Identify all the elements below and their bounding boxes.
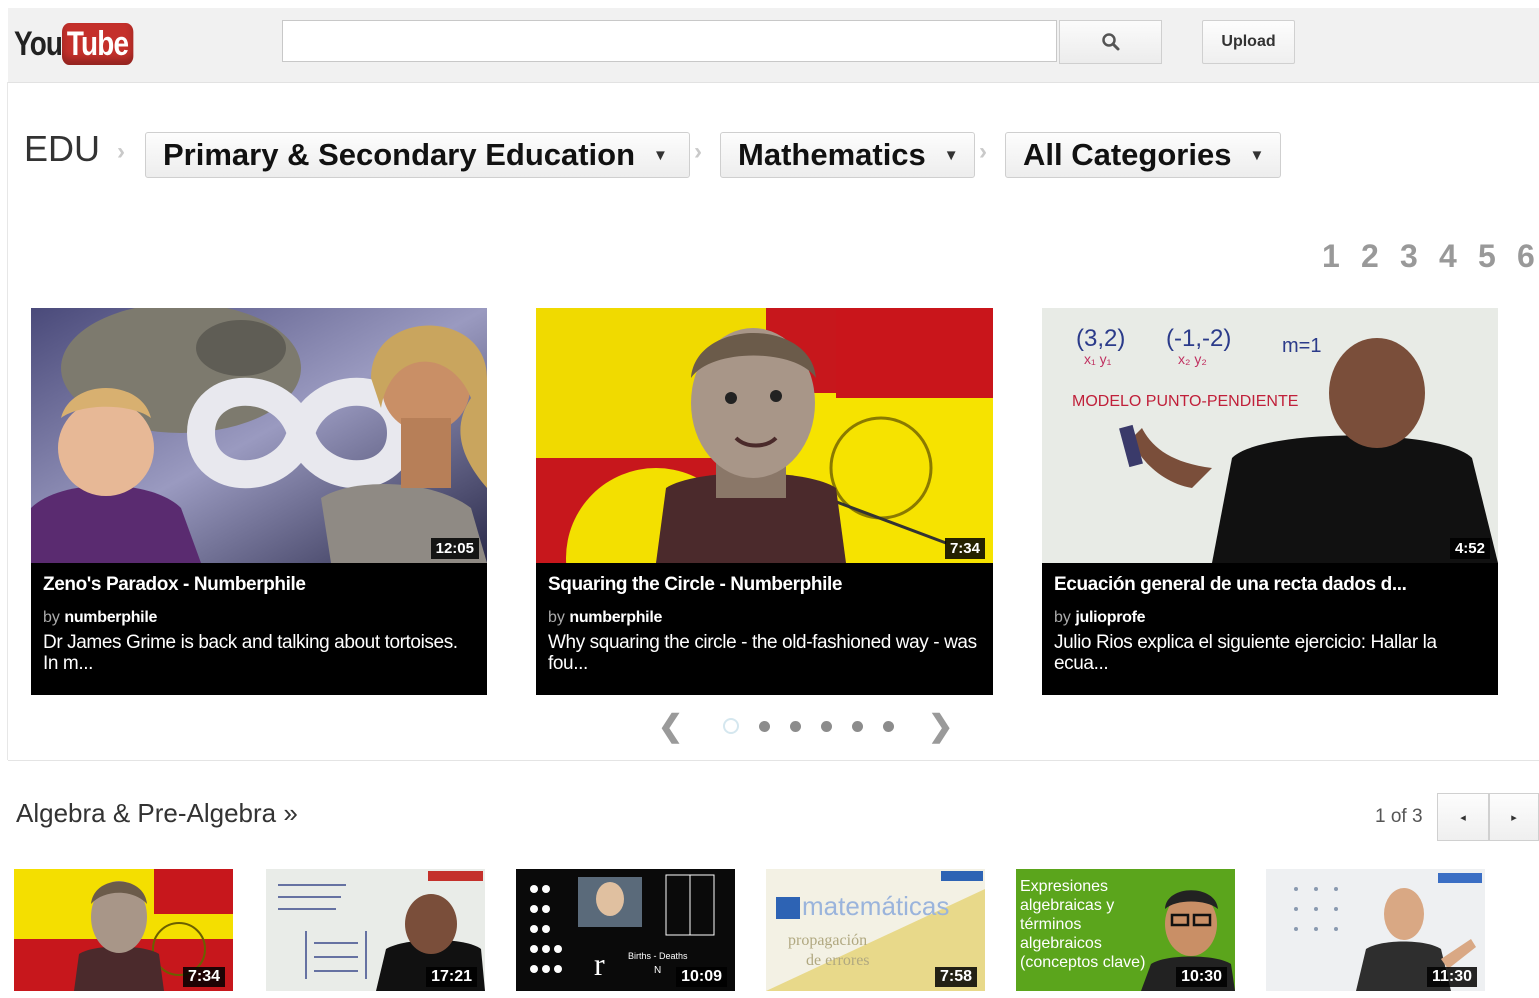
thumbnail-text: Expresiones algebraicas y términos algeb…: [1020, 878, 1146, 971]
whiteboard-text: (3,2): [1076, 325, 1125, 352]
page-number-5[interactable]: 5: [1478, 238, 1517, 275]
video-thumbnail[interactable]: 7:34: [536, 308, 993, 563]
featured-video-card[interactable]: 12:05 Zeno's Paradox - Numberphile by nu…: [31, 308, 487, 695]
page-number-2[interactable]: 2: [1361, 238, 1400, 275]
thumbnail-text: r: [594, 946, 605, 982]
search-icon: [1101, 33, 1119, 51]
thumbnail-image: [31, 308, 487, 563]
video-duration: 7:34: [944, 538, 985, 559]
video-thumbnail[interactable]: 11:30: [1266, 869, 1485, 991]
carousel-controls: ❮ ❯: [658, 709, 953, 744]
dropdown-label: All Categories: [1023, 137, 1232, 172]
by-label: by: [548, 609, 565, 626]
search-button[interactable]: [1059, 20, 1162, 64]
page-number-3[interactable]: 3: [1400, 238, 1439, 275]
thumbnail-image: (3,2) x₁ y₁ (-1,-2) x₂ y₂ m=1 MODELO PUN…: [1042, 308, 1498, 563]
thumbnail-text: de errores: [806, 952, 870, 969]
caret-left-icon: ◂: [1460, 811, 1466, 824]
video-thumbnail[interactable]: matemáticas propagación de errores 7:58: [766, 869, 985, 991]
whiteboard-text: x₂ y₂: [1178, 351, 1207, 367]
video-thumbnail[interactable]: (3,2) x₁ y₁ (-1,-2) x₂ y₂ m=1 MODELO PUN…: [1042, 308, 1498, 563]
thumbnail-text: propagación: [788, 932, 867, 949]
thumbnail-text: matemáticas: [802, 891, 949, 921]
carousel-dot[interactable]: [883, 720, 895, 732]
whiteboard-text: MODELO PUNTO-PENDIENTE: [1072, 393, 1298, 410]
video-title[interactable]: Ecuación general de una recta dados d...: [1054, 574, 1407, 596]
featured-video-card[interactable]: (3,2) x₁ y₁ (-1,-2) x₂ y₂ m=1 MODELO PUN…: [1042, 308, 1498, 695]
masthead: You Tube Upload: [8, 8, 1539, 83]
video-thumbnail[interactable]: 12:05: [31, 308, 487, 563]
video-duration: 7:58: [934, 967, 977, 987]
whiteboard-text: m=1: [1282, 335, 1321, 357]
dropdown-subject[interactable]: Mathematics ▼: [720, 132, 975, 178]
dropdown-label: Mathematics: [738, 137, 926, 172]
dropdown-label: Primary & Secondary Education: [163, 137, 636, 172]
thumbnail-text: Births - Deaths: [628, 951, 688, 961]
page-number-1[interactable]: 1: [1322, 238, 1361, 275]
logo-you-text: You: [14, 24, 63, 63]
section-prev-button[interactable]: ◂: [1437, 793, 1489, 841]
video-duration: 12:05: [430, 538, 479, 559]
breadcrumb-root-edu[interactable]: EDU: [24, 128, 100, 170]
video-duration: 7:34: [182, 967, 225, 987]
video-byline: by julioprofe: [1054, 609, 1146, 627]
section-pager-text: 1 of 3: [1375, 806, 1423, 827]
video-duration: 17:21: [426, 967, 477, 987]
channel-link[interactable]: numberphile: [64, 609, 157, 626]
whiteboard-text: (-1,-2): [1166, 325, 1231, 352]
section-next-button[interactable]: ▸: [1489, 793, 1539, 841]
chevron-down-icon: ▼: [1249, 146, 1265, 164]
carousel-next-arrow-icon[interactable]: ❯: [928, 709, 953, 744]
video-duration: 11:30: [1426, 967, 1477, 987]
page-number-6[interactable]: 6: [1517, 238, 1539, 275]
by-label: by: [1054, 609, 1071, 626]
whiteboard-text: x₁ y₁: [1084, 351, 1112, 367]
logo-tube-text: Tube: [62, 23, 134, 65]
carousel-prev-arrow-icon[interactable]: ❮: [658, 709, 683, 744]
video-description: Why squaring the circle - the old-fashio…: [548, 632, 977, 674]
video-duration: 10:30: [1176, 967, 1227, 987]
breadcrumb-separator: ›: [979, 138, 987, 165]
chevron-down-icon: ▼: [943, 146, 959, 164]
chevron-down-icon: ▼: [653, 146, 668, 164]
thumbnail-image: [536, 308, 993, 563]
video-byline: by numberphile: [548, 609, 662, 627]
featured-video-card[interactable]: 7:34 Squaring the Circle - Numberphile b…: [536, 308, 993, 695]
video-thumbnail[interactable]: 17:21: [266, 869, 485, 991]
carousel-dot[interactable]: [852, 720, 864, 732]
dropdown-education-level[interactable]: Primary & Secondary Education ▼: [145, 132, 690, 178]
video-duration: 10:09: [676, 967, 727, 987]
video-description: Julio Rios explica el siguiente ejercici…: [1054, 632, 1437, 674]
by-label: by: [43, 609, 60, 626]
upload-button[interactable]: Upload: [1202, 20, 1295, 64]
youtube-logo[interactable]: You Tube: [14, 20, 149, 68]
video-thumbnail[interactable]: r Births - Deaths N 10:09: [516, 869, 735, 991]
channel-link[interactable]: numberphile: [569, 609, 662, 626]
video-duration: 4:52: [1449, 538, 1490, 559]
carousel-dot[interactable]: [759, 720, 771, 732]
video-title[interactable]: Squaring the Circle - Numberphile: [548, 574, 842, 596]
carousel-dot[interactable]: [821, 720, 833, 732]
content-border: [7, 82, 8, 760]
video-byline: by numberphile: [43, 609, 157, 627]
channel-link[interactable]: julioprofe: [1075, 609, 1145, 626]
thumbnail-text: N: [654, 965, 661, 976]
page-numbers: 1 2 3 4 5 6: [1322, 238, 1539, 275]
video-thumbnail[interactable]: 7:34: [14, 869, 233, 991]
caret-right-icon: ▸: [1511, 811, 1517, 824]
video-thumbnail[interactable]: Expresiones algebraicas y términos algeb…: [1016, 869, 1235, 991]
search-input[interactable]: [282, 20, 1057, 62]
dropdown-category[interactable]: All Categories ▼: [1005, 132, 1281, 178]
section-divider: [8, 760, 1539, 761]
page-number-4[interactable]: 4: [1439, 238, 1478, 275]
carousel-dot-active[interactable]: [723, 718, 740, 734]
breadcrumb-separator: ›: [117, 138, 125, 165]
carousel-dot[interactable]: [790, 720, 802, 732]
video-description: Dr James Grime is back and talking about…: [43, 632, 458, 674]
section-title-algebra[interactable]: Algebra & Pre-Algebra »: [16, 798, 298, 829]
breadcrumb-separator: ›: [694, 138, 702, 165]
video-title[interactable]: Zeno's Paradox - Numberphile: [43, 574, 306, 596]
